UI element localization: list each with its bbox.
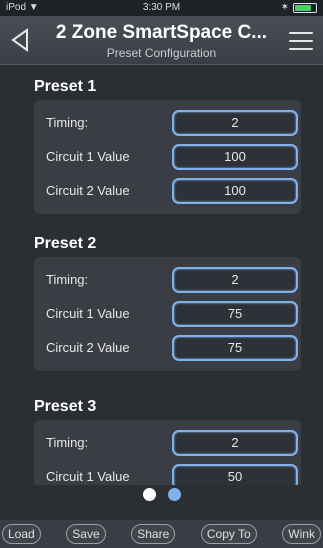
status-bar: iPod ▼ 3:30 PM ✶: [0, 0, 323, 16]
circuit-1-field[interactable]: 100: [172, 144, 298, 170]
timing-field[interactable]: 2: [172, 267, 298, 293]
preset-2: Preset 2 Timing: 2 Circuit 1 Value 75 Ci…: [34, 235, 301, 371]
preset-1: Preset 1 Timing: 2 Circuit 1 Value 100 C…: [34, 78, 301, 214]
timing-field[interactable]: 2: [172, 110, 298, 136]
back-icon[interactable]: [10, 28, 30, 52]
save-button[interactable]: Save: [66, 524, 106, 544]
nav-header: 2 Zone SmartSpace C... Preset Configurat…: [0, 16, 323, 65]
copy-to-button[interactable]: Copy To: [200, 524, 257, 544]
circuit-2-row: Circuit 2 Value 75: [42, 331, 298, 365]
preset-title: Preset 1: [34, 78, 97, 95]
preset-title: Preset 3: [34, 398, 97, 415]
timing-field[interactable]: 2: [172, 430, 298, 456]
circuit-2-field[interactable]: 75: [172, 335, 298, 361]
bottom-toolbar: Load Save Share Copy To Wink: [0, 520, 323, 548]
timing-label: Timing:: [46, 435, 89, 450]
bluetooth-icon: ✶: [280, 2, 289, 13]
timing-row: Timing: 2: [42, 263, 298, 297]
preset-3: Preset 3 Timing: 2 Circuit 1 Value 50: [34, 398, 301, 485]
circuit-2-label: Circuit 2 Value: [46, 183, 130, 198]
wink-button[interactable]: Wink: [282, 524, 321, 544]
circuit-1-label: Circuit 1 Value: [46, 149, 130, 164]
circuit-1-row: Circuit 1 Value 50: [42, 460, 298, 485]
circuit-2-label: Circuit 2 Value: [46, 340, 130, 355]
preset-panel: Timing: 2 Circuit 1 Value 75 Circuit 2 V…: [34, 257, 301, 371]
timing-row: Timing: 2: [42, 106, 298, 140]
status-right: ✶: [281, 2, 317, 13]
circuit-1-row: Circuit 1 Value 100: [42, 140, 298, 174]
circuit-1-field[interactable]: 50: [172, 464, 298, 485]
timing-label: Timing:: [46, 115, 89, 130]
preset-panel: Timing: 2 Circuit 1 Value 50: [34, 420, 301, 485]
circuit-2-field[interactable]: 100: [172, 178, 298, 204]
preset-list[interactable]: Preset 1 Timing: 2 Circuit 1 Value 100 C…: [0, 65, 323, 485]
status-time: 3:30 PM: [142, 2, 181, 13]
circuit-1-field[interactable]: 75: [172, 301, 298, 327]
page-dot-1[interactable]: [142, 488, 156, 501]
circuit-1-label: Circuit 1 Value: [46, 306, 130, 321]
hamburger-menu-icon[interactable]: [289, 32, 313, 50]
page-dot-2[interactable]: [167, 488, 181, 501]
page-title: 2 Zone SmartSpace C...: [55, 22, 268, 43]
circuit-2-row: Circuit 2 Value 100: [42, 174, 298, 208]
circuit-1-label: Circuit 1 Value: [46, 469, 130, 484]
page-indicator: [0, 488, 323, 501]
page-subtitle: Preset Configuration: [106, 46, 217, 60]
timing-label: Timing:: [46, 272, 89, 287]
preset-title: Preset 2: [34, 235, 97, 252]
share-button[interactable]: Share: [131, 524, 176, 544]
timing-row: Timing: 2: [42, 426, 298, 460]
battery-icon: [293, 2, 317, 13]
load-button[interactable]: Load: [2, 524, 41, 544]
circuit-1-row: Circuit 1 Value 75: [42, 297, 298, 331]
preset-panel: Timing: 2 Circuit 1 Value 100 Circuit 2 …: [34, 100, 301, 214]
